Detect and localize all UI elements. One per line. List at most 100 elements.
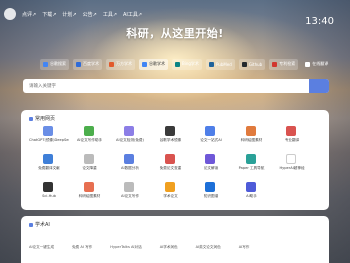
- site-tile[interactable]: 免费论文查重: [151, 154, 191, 176]
- search-tab-0[interactable]: 谷歌搜索: [40, 58, 69, 70]
- site-tile-label: AI论文检测(免费): [116, 138, 144, 142]
- search-tab-icon: [241, 61, 247, 67]
- site-tile[interactable]: AI论文写作: [110, 182, 150, 204]
- search-tab-4[interactable]: Bing学术: [172, 58, 202, 70]
- chart-icon: [124, 154, 134, 164]
- site-tile[interactable]: 论文解读: [191, 154, 231, 176]
- search-tab-icon: [175, 61, 180, 67]
- nav-item-5[interactable]: AI工具↗: [123, 11, 142, 18]
- ai-item-0[interactable]: AI论文一键生成: [29, 245, 54, 250]
- site-tile[interactable]: ChatGPT(镜像)DeepSeek: [29, 126, 69, 148]
- search-tab-7[interactable]: 专利检索: [269, 58, 299, 70]
- bird-icon: [245, 182, 256, 192]
- site-tile-label: Sci-Hub: [42, 194, 56, 198]
- search-tab-5[interactable]: PubMed: [205, 58, 235, 70]
- ai-item-3[interactable]: AI学术润色: [160, 245, 178, 250]
- nav-item-2[interactable]: 计划↗: [62, 11, 76, 18]
- ai-item-2[interactable]: HyperTalks AI对话: [110, 245, 141, 250]
- search-tab-icon: [142, 61, 147, 67]
- search-tab-icon: [76, 61, 81, 67]
- site-tile[interactable]: AI论文检测(免费): [110, 126, 150, 148]
- hero-title: 科研，从这里开始!: [126, 27, 224, 40]
- ai-item-5[interactable]: AI写作: [239, 245, 250, 250]
- site-tile-label: HyperAI超神经: [279, 166, 305, 170]
- site-tile[interactable]: 科研绘图素材: [232, 126, 272, 148]
- search-tab-icon: [109, 61, 114, 67]
- search-tab-icon: [272, 61, 278, 67]
- search-tab-label: 在线翻译: [312, 61, 329, 66]
- site-tile[interactable]: 学术论文: [151, 182, 191, 204]
- search-tab-label: 谷歌学术: [149, 61, 165, 66]
- common-sites-card: 常用网页 ChatGPT(镜像)DeepSeek AI论文写作助手 AI论文检测(免…: [21, 110, 329, 210]
- site-tile-label: 知识图谱: [203, 194, 219, 198]
- check-icon: [124, 126, 134, 136]
- search-tab-2[interactable]: 万方学术: [106, 58, 135, 70]
- pen-icon: [83, 126, 94, 136]
- top-nav: 点评↗ 下载↗ 计划↗ 公告↗ 工具↗ AI工具↗: [22, 11, 142, 18]
- site-tile[interactable]: 论文降重: [70, 154, 110, 176]
- site-tile[interactable]: Paper 工具导航: [232, 154, 272, 176]
- google-icon: [164, 126, 175, 136]
- search-tab-1[interactable]: 百度学术: [73, 58, 102, 70]
- search-tab-6[interactable]: Github: [238, 58, 266, 70]
- doc-icon-2: [124, 182, 134, 192]
- site-tile-label: 论文降重: [82, 166, 97, 170]
- site-tile[interactable]: AI数据分析: [110, 154, 150, 176]
- read-icon: [205, 154, 215, 164]
- search-engine-tabs: 谷歌搜索 百度学术 万方学术 谷歌学术 Bing学术 PubMed Github 专利检索 在线…: [40, 58, 328, 70]
- tree-icon: [205, 182, 215, 192]
- site-tile[interactable]: 论文一站式AI: [191, 126, 231, 148]
- search-tab-label: 谷歌搜索: [50, 61, 66, 66]
- search-tab-icon: [305, 61, 311, 67]
- nav-item-1[interactable]: 下载↗: [42, 11, 56, 18]
- ai-item-1[interactable]: 免费 AI 写作: [72, 245, 92, 250]
- site-tile[interactable]: 科研绘图素材: [70, 182, 110, 204]
- site-tile[interactable]: 知识图谱: [191, 182, 231, 204]
- search-input[interactable]: [29, 82, 299, 90]
- site-tile[interactable]: 专业翻译: [272, 126, 312, 148]
- site-tile-label: 免费论文查重: [159, 166, 182, 170]
- book-icon: [43, 154, 53, 164]
- ai-items: AI论文一键生成 免费 AI 写作 HyperTalks AI对话 AI学术润色 AI英…: [29, 245, 249, 250]
- site-tile-label: 专业翻译: [284, 138, 300, 142]
- nav-item-3[interactable]: 公告↗: [83, 11, 97, 18]
- site-logo[interactable]: [4, 8, 16, 20]
- site-tile[interactable]: AI助手: [232, 182, 272, 204]
- common-sites-label: 常用网页: [35, 116, 56, 122]
- search-tab-3[interactable]: 谷歌学术: [139, 58, 168, 70]
- nav-item-4[interactable]: 工具↗: [103, 11, 117, 18]
- image-icon: [245, 126, 256, 136]
- site-tile[interactable]: 谷歌学术镜像: [151, 126, 191, 148]
- compass-icon: [245, 154, 256, 164]
- nav-item-0[interactable]: 点评↗: [22, 11, 36, 18]
- translate-icon: [286, 126, 296, 136]
- search-tab-label: 专利检索: [279, 61, 296, 66]
- academic-ai-label: 学术AI: [35, 222, 50, 228]
- site-tile[interactable]: HyperAI超神经: [272, 154, 312, 176]
- search-tab-label: 百度学术: [83, 61, 99, 66]
- site-tile[interactable]: AI论文写作助手: [70, 126, 110, 148]
- search-tab-label: Bing学术: [182, 61, 199, 66]
- chatgpt-icon: [43, 126, 53, 136]
- search-tab-label: 万方学术: [116, 61, 132, 66]
- section-icon: [29, 222, 33, 227]
- site-tile-label: 论文解读: [203, 166, 219, 170]
- site-tile-label: 论文一站式AI: [200, 138, 222, 142]
- scihub-icon: [43, 182, 53, 192]
- search-tab-8[interactable]: 在线翻译: [302, 59, 331, 70]
- site-tile-label: AI数据分析: [121, 166, 139, 170]
- trophy-icon: [164, 182, 175, 192]
- site-tile-label: Paper 工具导航: [238, 166, 265, 170]
- ai-item-4[interactable]: AI英文论文润色: [196, 245, 221, 250]
- site-tile-label: 学术论文: [163, 194, 178, 198]
- search-bar: [23, 79, 329, 93]
- common-sites-title: 常用网页: [29, 115, 55, 122]
- site-tile-label: ChatGPT(镜像)DeepSeek: [29, 138, 69, 142]
- search-tab-icon: [208, 61, 214, 67]
- site-tile[interactable]: Sci-Hub: [29, 182, 69, 204]
- site-tile-label: 谷歌学术镜像: [159, 138, 182, 142]
- triangle-icon: [205, 126, 215, 136]
- site-tile[interactable]: 免费翻译文献: [29, 154, 69, 176]
- search-button[interactable]: [309, 79, 329, 93]
- search-doc-icon: [164, 154, 175, 164]
